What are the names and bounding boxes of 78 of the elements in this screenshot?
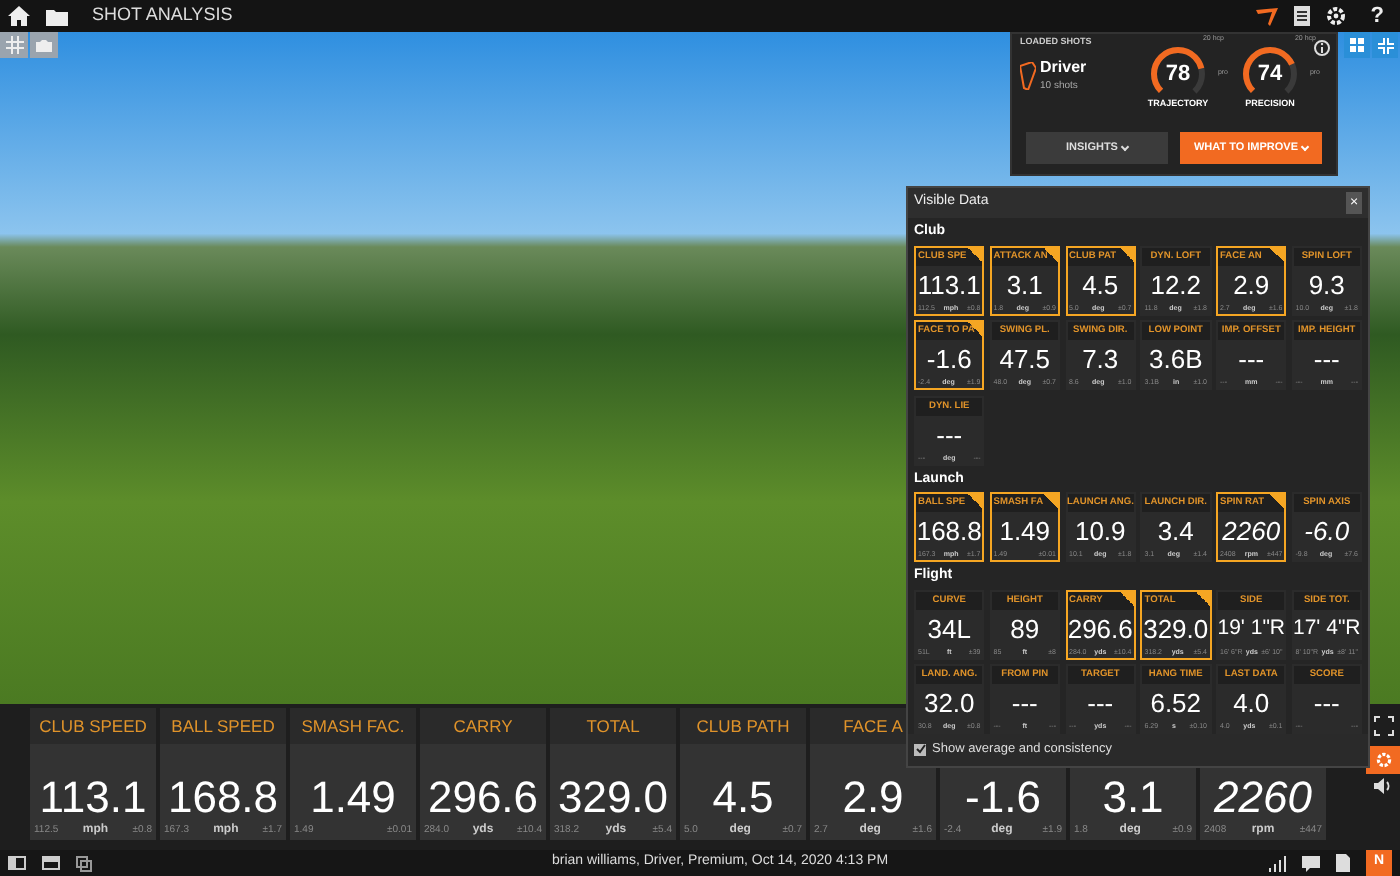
folder-icon[interactable] <box>46 7 68 25</box>
club-name: Driver <box>1040 55 1087 80</box>
metric-value: 3.6B <box>1147 342 1205 378</box>
metric-value: 17' 4"R <box>1293 613 1360 644</box>
document-icon[interactable] <box>1294 6 1311 26</box>
metric-value: 32.0 <box>921 686 977 722</box>
grid-icon <box>1350 38 1364 52</box>
copy-icon[interactable] <box>76 855 92 871</box>
metric-value: 6.52 <box>1148 686 1204 722</box>
club-icon <box>1020 61 1036 89</box>
metric-value: 3.1 <box>1004 267 1045 303</box>
metric-label: CARRY <box>453 713 513 739</box>
metric-label: CLUB PATH <box>696 713 790 739</box>
metric-value: 4.5 <box>712 776 774 820</box>
settings-icon[interactable] <box>1326 6 1347 26</box>
chart-icon[interactable] <box>1268 855 1286 871</box>
collapse-button[interactable] <box>1372 32 1398 58</box>
speaker-icon[interactable] <box>1374 778 1392 794</box>
page-title: SHOT ANALYSIS <box>92 2 233 29</box>
help-button[interactable]: ? <box>1362 0 1392 33</box>
metric-value: 7.3 <box>1080 342 1121 378</box>
metric-value: --- <box>1311 686 1342 722</box>
metric-value: --- <box>1236 342 1267 378</box>
metric-value: --- <box>1009 686 1040 722</box>
camera-icon <box>36 39 52 51</box>
metric-label: BALL SPEED <box>171 713 275 739</box>
metric-value: --- <box>1085 686 1116 722</box>
metric-value: 3.4 <box>1155 514 1196 550</box>
document-icon[interactable] <box>1336 854 1350 872</box>
metric-value: --- <box>1311 342 1342 378</box>
metric-value: 168.8 <box>167 776 279 820</box>
metric-value: 1.49 <box>997 514 1053 550</box>
info-icon[interactable] <box>1314 40 1330 56</box>
metric-value: 12.2 <box>1148 267 1204 303</box>
panel-layout-icon[interactable] <box>8 856 26 870</box>
metric-value: 329.0 <box>1142 611 1209 647</box>
window-icon[interactable] <box>42 856 60 870</box>
gauge-value: 78 <box>1165 60 1191 90</box>
metric-value: --- <box>934 417 965 453</box>
metric-value: 2260 <box>1220 514 1283 550</box>
metric-value: 4.5 <box>1080 267 1121 303</box>
metric-value: -1.6 <box>965 776 1041 820</box>
metric-value: 89 <box>1008 611 1042 647</box>
settings-button[interactable] <box>1366 746 1400 774</box>
metric-value: 329.0 <box>557 776 669 820</box>
caret-icon <box>1120 141 1130 151</box>
metric-value: 9.3 <box>1306 267 1347 303</box>
metric-value: 296.6 <box>1067 611 1134 647</box>
collapse-icon <box>1377 37 1393 53</box>
metric-value: 1.49 <box>310 776 396 820</box>
metric-value: -6.0 <box>1302 514 1352 550</box>
metric-label: CLUB SPEED <box>39 713 147 739</box>
metric-value: 2.9 <box>842 776 904 820</box>
expand-icon[interactable] <box>1373 716 1393 736</box>
metric-value: -1.6 <box>924 342 974 378</box>
home-icon[interactable] <box>8 6 30 26</box>
metric-label: TOTAL <box>586 713 640 739</box>
metric-value: 2.9 <box>1231 267 1272 303</box>
caret-icon <box>1300 141 1310 151</box>
metric-value: 4.0 <box>1231 686 1272 722</box>
chat-icon[interactable] <box>1302 855 1320 871</box>
metric-value: 10.9 <box>1072 514 1128 550</box>
grid-icon <box>5 36 23 54</box>
metric-value: 113.1 <box>39 776 147 820</box>
metric-value: 113.1 <box>916 267 983 303</box>
metric-value: 34L <box>925 611 973 647</box>
metric-value: 3.1 <box>1102 776 1164 820</box>
metric-value: 19' 1"R <box>1218 613 1285 644</box>
metric-label: FACE A <box>843 713 903 739</box>
metric-label: SMASH FAC. <box>301 713 405 739</box>
metric-value: 2260 <box>1214 776 1312 820</box>
settings-icon <box>1375 752 1391 768</box>
checkbox[interactable] <box>914 743 926 756</box>
metric-value: 296.6 <box>427 776 539 820</box>
metric-value: 47.5 <box>997 342 1053 378</box>
gauge-value: 74 <box>1257 60 1283 90</box>
logo-icon <box>1256 7 1279 25</box>
metric-value: 168.8 <box>916 514 983 550</box>
